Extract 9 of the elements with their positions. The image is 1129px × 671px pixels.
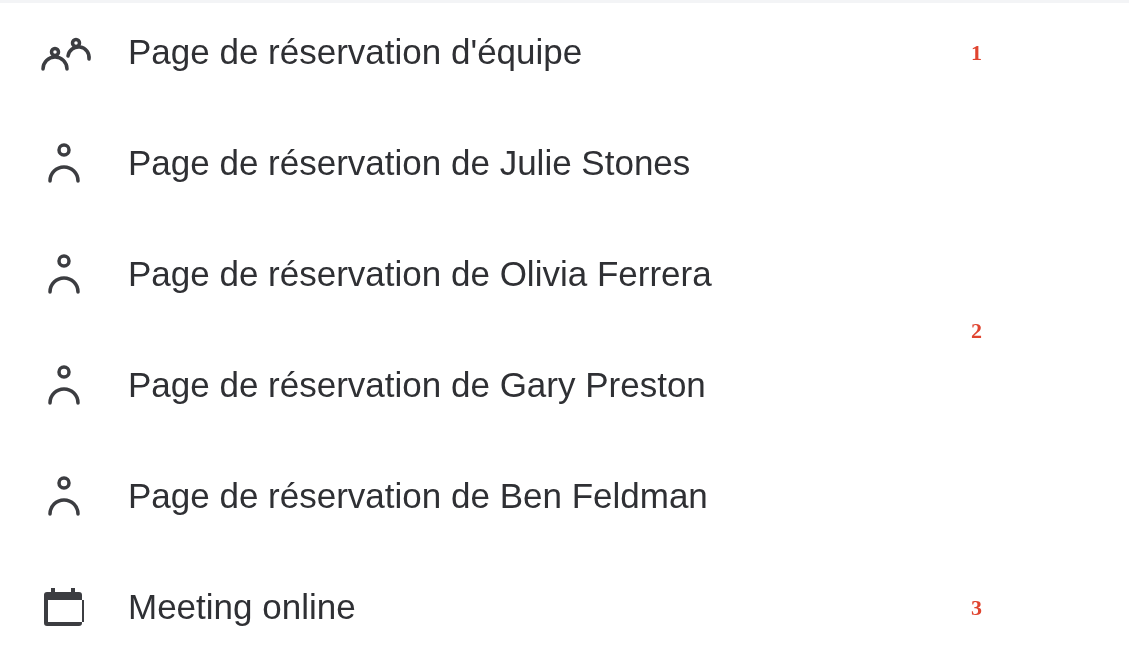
menu-item-label[interactable]: Page de réservation de Julie Stones	[128, 137, 691, 190]
annotation-number: 3	[971, 594, 982, 622]
menu-item-label[interactable]: Page de réservation de Olivia Ferrera	[128, 248, 712, 301]
annotation-number: 2	[971, 316, 982, 345]
menu-item-label[interactable]: Page de réservation d'équipe	[128, 26, 583, 79]
annotation-number: 1	[971, 39, 982, 67]
menu-item-label[interactable]: Meeting online	[128, 581, 356, 634]
menu-item-label[interactable]: Page de réservation de Gary Preston	[128, 359, 706, 412]
menu-item-label[interactable]: Page de réservation de Ben Feldman	[128, 470, 708, 523]
